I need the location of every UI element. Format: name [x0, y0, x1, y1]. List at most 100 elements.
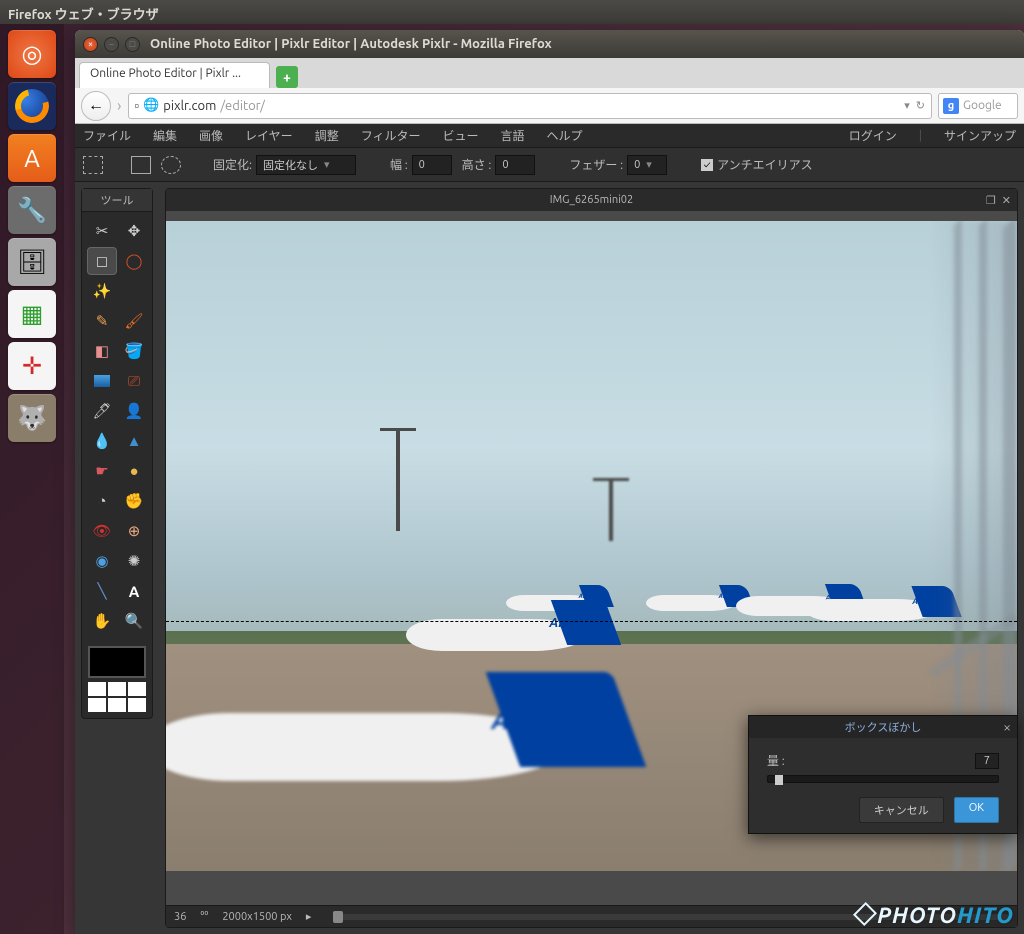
menu-filter[interactable]: フィルター [361, 127, 421, 144]
photohito-watermark: PHOTOHITO [855, 901, 1014, 928]
window-close-button[interactable]: × [83, 37, 98, 52]
launcher-target-icon[interactable]: ✛ [8, 342, 56, 390]
window-minimize-button[interactable]: − [104, 37, 119, 52]
brush-tool[interactable]: 🖌 [120, 308, 148, 334]
launcher-dash-icon[interactable]: ◎ [8, 30, 56, 78]
watermark-hex-icon [855, 903, 875, 925]
marquee-tool[interactable]: ◻ [88, 248, 116, 274]
height-label: 高さ : [462, 156, 492, 173]
topbar-title: Firefox ウェブ・ブラウザ [8, 8, 159, 22]
eyedropper-tool[interactable]: ╲ [88, 578, 116, 604]
amount-slider[interactable] [767, 775, 999, 783]
blur-tool[interactable]: 💧 [88, 428, 116, 454]
zoom-icon[interactable]: ⁰⁰ [200, 911, 208, 923]
menu-layer[interactable]: レイヤー [245, 127, 293, 144]
pencil-tool[interactable]: ✎ [88, 308, 116, 334]
reload-icon[interactable]: ↻ [916, 99, 925, 112]
back-button[interactable]: ← [81, 91, 111, 121]
swatch-grid[interactable] [88, 682, 146, 712]
crop-tool[interactable]: ✂ [88, 218, 116, 244]
cancel-button[interactable]: キャンセル [859, 797, 944, 823]
sharpen-tool[interactable]: ▲ [120, 428, 148, 454]
sponge-tool[interactable]: ● [120, 458, 148, 484]
canvas-close-icon[interactable]: ✕ [1002, 194, 1011, 207]
wand-tool[interactable]: ✨ [88, 278, 116, 304]
smudge-tool[interactable]: ☛ [88, 458, 116, 484]
gradient-tool[interactable] [88, 368, 116, 394]
pinch-tool[interactable]: ✺ [120, 548, 148, 574]
zoom-tool[interactable]: 🔍 [120, 608, 148, 634]
feather-input[interactable]: 0 [627, 155, 667, 175]
marquee-ellipse-icon[interactable] [161, 156, 181, 174]
menubar: ファイル 編集 画像 レイヤー 調整 フィルター ビュー 言語 ヘルプ ログイン… [75, 124, 1024, 148]
dialog-close-button[interactable]: × [1003, 719, 1011, 735]
marquee-rect-solid-icon[interactable] [131, 156, 151, 174]
redeye-tool[interactable]: 👁 [88, 518, 116, 544]
eraser-tool[interactable]: ◧ [88, 338, 116, 364]
burn-tool[interactable]: ✊ [120, 488, 148, 514]
menu-image[interactable]: 画像 [199, 127, 223, 144]
menu-view[interactable]: ビュー [442, 127, 478, 144]
ubuntu-topbar: Firefox ウェブ・ブラウザ [0, 0, 1024, 24]
new-tab-button[interactable]: + [276, 66, 298, 88]
window-title: Online Photo Editor | Pixlr Editor | Aut… [150, 37, 552, 51]
browser-tab[interactable]: Online Photo Editor | Pixlr ... [79, 62, 270, 88]
launcher-settings-icon[interactable]: 🔧 [8, 186, 56, 234]
window-maximize-button[interactable]: □ [125, 37, 140, 52]
forward-button[interactable]: › [117, 97, 122, 115]
menu-adjust[interactable]: 調整 [315, 127, 339, 144]
signup-link[interactable]: サインアップ [944, 127, 1016, 144]
menu-lang[interactable]: 言語 [500, 127, 524, 144]
ok-button[interactable]: OK [954, 797, 999, 823]
type-tool[interactable]: A [120, 578, 148, 604]
launcher-files-icon[interactable]: 🗄 [8, 238, 56, 286]
foreground-color[interactable] [88, 646, 146, 678]
dialog-titlebar[interactable]: ボックスぼかし × [749, 716, 1017, 738]
stamp-tool[interactable]: ⎚ [120, 368, 148, 394]
width-input[interactable]: 0 [412, 155, 452, 175]
url-input[interactable]: ▫ 🌐 pixlr.com/editor/ ▾↻ [128, 93, 933, 119]
move-tool[interactable]: ✥ [120, 218, 148, 244]
canvas-restore-icon[interactable]: ❐ [986, 194, 996, 207]
dodge-tool[interactable]: ◔ [88, 488, 116, 514]
login-link[interactable]: ログイン [849, 127, 897, 144]
dropdown-icon[interactable]: ▾ [904, 99, 910, 112]
url-toolbar: ← › ▫ 🌐 pixlr.com/editor/ ▾↻ g Google [75, 88, 1024, 124]
empty-tool-1[interactable] [120, 278, 148, 304]
antialias-checkbox[interactable]: ✓ [701, 159, 713, 171]
color-picker[interactable] [82, 640, 152, 718]
menu-edit[interactable]: 編集 [153, 127, 177, 144]
hand-tool[interactable]: ✋ [88, 608, 116, 634]
globe-icon: 🌐 [143, 98, 159, 113]
fixed-label: 固定化: [213, 156, 252, 173]
fixed-dropdown[interactable]: 固定化なし [256, 155, 356, 175]
bucket-tool[interactable]: 🪣 [120, 338, 148, 364]
tab-strip: Online Photo Editor | Pixlr ... + [75, 58, 1024, 88]
antialias-label: アンチエイリアス [717, 156, 813, 173]
bloat-tool[interactable]: ◉ [88, 548, 116, 574]
launcher-firefox-icon[interactable] [8, 82, 56, 130]
menu-help[interactable]: ヘルプ [547, 127, 583, 144]
colorreplace-tool[interactable]: 🖊 [88, 398, 116, 424]
menu-file[interactable]: ファイル [83, 127, 131, 144]
width-label: 幅 : [390, 156, 408, 173]
lasso-tool[interactable]: ◯ [120, 248, 148, 274]
image-filename: IMG_6265mini02 [550, 194, 633, 206]
draw-tool[interactable]: 👤 [120, 398, 148, 424]
dialog-title: ボックスぼかし [845, 719, 922, 735]
launcher-gimp-icon[interactable]: 🐺 [8, 394, 56, 442]
url-path: /editor/ [220, 99, 265, 113]
amount-value[interactable]: 7 [975, 753, 999, 769]
pixlr-app: ファイル 編集 画像 レイヤー 調整 フィルター ビュー 言語 ヘルプ ログイン… [75, 124, 1024, 934]
marquee-rect-icon[interactable] [83, 156, 103, 174]
workspace: ツール ✂ ✥ ◻ ◯ ✨ ✎ 🖌 ◧ 🪣 ⎚ 🖊 👤 💧 [75, 182, 1024, 934]
zoom-value: 36 [174, 911, 186, 923]
launcher-software-icon[interactable]: A [8, 134, 56, 182]
feather-label: フェザー : [569, 156, 623, 173]
search-box[interactable]: g Google [938, 93, 1018, 119]
spot-tool[interactable]: ⊕ [120, 518, 148, 544]
unity-launcher: ◎ A 🔧 🗄 ▦ ✛ 🐺 [0, 24, 64, 934]
height-input[interactable]: 0 [495, 155, 535, 175]
launcher-calc-icon[interactable]: ▦ [8, 290, 56, 338]
firefox-window: × − □ Online Photo Editor | Pixlr Editor… [75, 30, 1024, 934]
